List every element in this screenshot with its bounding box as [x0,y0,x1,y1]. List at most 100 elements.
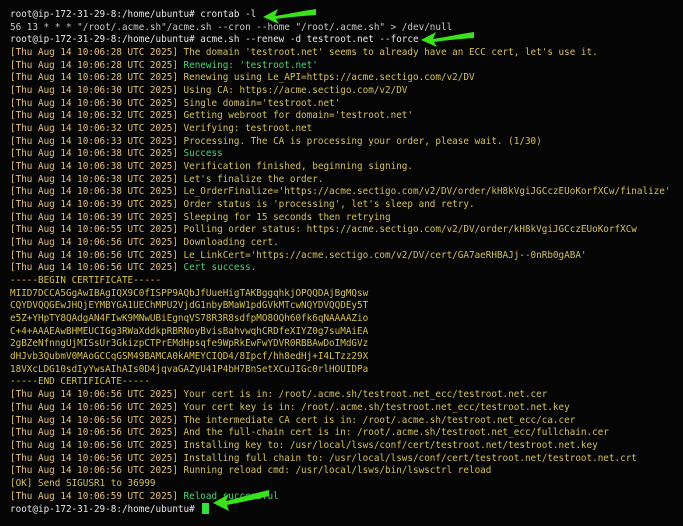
line-text: And the full-chain cert is in: /root/.ac… [183,427,609,439]
certificate-line: e5Z+YHpTY8QAdgAN4FIwK9MNwUBiEgnqVS78R3R8… [10,313,677,326]
certificate-line: 2gBZeNfnngUjMISsUr3GkizpCTPrEMdHpsqfe9Wp… [10,338,677,351]
line-text: root@ip-172-31-29-8:/home/ubuntu# cronta… [10,9,257,20]
log-line: [Thu Aug 14 10:06:56 UTC 2025] Downloadi… [10,237,677,250]
log-line: [Thu Aug 14 10:06:33 UTC 2025] Processin… [10,136,677,149]
log-line: [Thu Aug 14 10:06:56 UTC 2025] Installin… [10,440,677,453]
log-line: [Thu Aug 14 10:06:32 UTC 2025] Verifying… [10,123,677,136]
line-text: Le_LinkCert='https://acme.sectigo.com/v2… [183,249,587,261]
timestamp: [Thu Aug 14 10:06:28 UTC 2025] [10,59,184,71]
timestamp: [Thu Aug 14 10:06:32 UTC 2025] [10,123,184,135]
line-text: Installing full chain to: /usr/local/lsw… [183,452,637,464]
timestamp: [Thu Aug 14 10:06:38 UTC 2025] [10,148,184,160]
line-text: Order status is 'processing', let's slee… [183,199,475,211]
timestamp: [Thu Aug 14 10:06:28 UTC 2025] [10,72,184,84]
line-text: Single domain='testroot.net' [183,97,341,109]
log-line: [Thu Aug 14 10:06:38 UTC 2025] Let's fin… [10,174,677,187]
line-text: Running reload cmd: /usr/local/lsws/bin/… [183,465,492,477]
line-text: CQYDVQQGEwJHQjEYMBYGA1UEChMPU2VjdG1nbyBM… [10,300,369,312]
line-text: Verifying: testroot.net [183,123,313,135]
timestamp: [Thu Aug 14 10:06:56 UTC 2025] [10,414,184,426]
terminal-output: root@ip-172-31-29-8:/home/ubuntu# cronta… [10,9,677,516]
timestamp: [Thu Aug 14 10:06:39 UTC 2025] [10,199,184,211]
line-text: Your cert key is in: /root/.acme.sh/test… [183,401,570,413]
terminal-window[interactable]: root@ip-172-31-29-8:/home/ubuntu# cronta… [0,0,683,526]
line-text: e5Z+YHpTY8QAdgAN4FIwK9MNwUBiEgnqVS78R3R8… [10,313,369,325]
line-text: The domain 'testroot.net' seems to alrea… [183,47,598,59]
timestamp: [Thu Aug 14 10:06:56 UTC 2025] [10,237,184,249]
log-line: [Thu Aug 14 10:06:39 UTC 2025] Order sta… [10,199,677,212]
timestamp: [Thu Aug 14 10:06:38 UTC 2025] [10,161,184,173]
line-text: C+4+AAAEAwBHMEUCIGg3RWaXddkpRBRNoyBvisBa… [10,325,369,337]
certificate-line: -----END CERTIFICATE----- [10,376,677,389]
certificate-line: -----BEGIN CERTIFICATE----- [10,275,677,288]
log-line: [Thu Aug 14 10:06:59 UTC 2025] Reload su… [10,491,677,504]
output-line: 56 13 * * * "/root/.acme.sh"/acme.sh --c… [10,22,677,35]
certificate-line: 18VXcLDG10sdIyYwsAIhAIs0D4jqvaGAZyU41P4b… [10,364,677,377]
log-line: [OK] Send SIGUSR1 to 36999 [10,478,677,491]
log-line: [Thu Aug 14 10:06:28 UTC 2025] The domai… [10,47,677,60]
line-text: Sleeping for 15 seconds then retrying [183,211,391,223]
cursor-block[interactable] [202,503,210,515]
line-text: 18VXcLDG10sdIyYwsAIhAIs0D4jqvaGAZyU41P4b… [10,363,369,375]
annotation-arrow-icon [263,9,316,24]
timestamp: [Thu Aug 14 10:06:56 UTC 2025] [10,427,184,439]
log-line: [Thu Aug 14 10:06:38 UTC 2025] Verificat… [10,161,677,174]
timestamp: [Thu Aug 14 10:06:56 UTC 2025] [10,465,184,477]
line-text: Processing. The CA is processing your or… [183,135,542,147]
prompt-line: root@ip-172-31-29-8:/home/ubuntu# acme.s… [10,34,677,47]
line-text: dHJvb3QubmV0MAoGCCqGSM49BAMCA0kAMEYCIQD4… [10,351,369,363]
timestamp: [Thu Aug 14 10:06:56 UTC 2025] [10,249,184,261]
line-text: Le_OrderFinalize='https://acme.sectigo.c… [183,186,671,198]
log-line: [Thu Aug 14 10:06:56 UTC 2025] Cert succ… [10,262,677,275]
timestamp: [Thu Aug 14 10:06:30 UTC 2025] [10,97,184,109]
line-text: -----BEGIN CERTIFICATE----- [10,275,162,287]
log-line: [Thu Aug 14 10:06:56 UTC 2025] Le_LinkCe… [10,250,677,263]
line-text: Renewing using Le_API=https://acme.secti… [183,72,475,84]
timestamp: [Thu Aug 14 10:06:56 UTC 2025] [10,262,184,274]
line-text: 2gBZeNfnngUjMISsUr3GkizpCTPrEMdHpsqfe9Wp… [10,338,369,350]
timestamp: [Thu Aug 14 10:06:56 UTC 2025] [10,389,184,401]
timestamp: [Thu Aug 14 10:06:56 UTC 2025] [10,439,184,451]
log-line: [Thu Aug 14 10:06:56 UTC 2025] Installin… [10,453,677,466]
log-line: [Thu Aug 14 10:06:28 UTC 2025] Renewing:… [10,60,677,73]
line-text: Let's finalize the order. [183,173,324,185]
log-line: [Thu Aug 14 10:06:55 UTC 2025] Polling o… [10,224,677,237]
log-line: [Thu Aug 14 10:06:56 UTC 2025] Running r… [10,465,677,478]
log-line: [Thu Aug 14 10:06:32 UTC 2025] Getting w… [10,110,677,123]
log-line: [Thu Aug 14 10:06:38 UTC 2025] Le_OrderF… [10,186,677,199]
line-text: Downloading cert. [183,237,279,249]
prompt-line: root@ip-172-31-29-8:/home/ubuntu# [10,503,677,516]
timestamp: [Thu Aug 14 10:06:32 UTC 2025] [10,110,184,122]
certificate-line: MIID7DCCA5GgAwIBAgIQX9C0fISPP9AQbJfUueHi… [10,288,677,301]
line-text: Success [183,148,223,160]
log-line: [Thu Aug 14 10:06:38 UTC 2025] Success [10,148,677,161]
certificate-line: dHJvb3QubmV0MAoGCCqGSM49BAMCA0kAMEYCIQD4… [10,351,677,364]
line-text: Verification finished, beginning signing… [183,161,414,173]
timestamp: [Thu Aug 14 10:06:28 UTC 2025] [10,47,184,59]
line-text: Polling order status: https://acme.secti… [183,224,637,236]
log-line: [Thu Aug 14 10:06:56 UTC 2025] Your cert… [10,402,677,415]
timestamp: [Thu Aug 14 10:06:38 UTC 2025] [10,186,184,198]
annotation-arrow-icon [213,490,269,511]
timestamp: [Thu Aug 14 10:06:55 UTC 2025] [10,224,184,236]
line-text: -----END CERTIFICATE----- [10,376,150,388]
line-text: Getting webroot for domain='testroot.net… [183,110,414,122]
timestamp: [Thu Aug 14 10:06:56 UTC 2025] [10,452,184,464]
line-text: 56 13 * * * "/root/.acme.sh"/acme.sh --c… [10,21,453,33]
line-text: Cert success. [183,262,257,274]
log-line: [Thu Aug 14 10:06:30 UTC 2025] Using CA:… [10,85,677,98]
line-text: Installing key to: /usr/local/lsws/conf/… [183,439,598,451]
timestamp: [Thu Aug 14 10:06:33 UTC 2025] [10,135,184,147]
line-text: Your cert is in: /root/.acme.sh/testroot… [183,389,548,401]
certificate-line: C+4+AAAEAwBHMEUCIGg3RWaXddkpRBRNoyBvisBa… [10,326,677,339]
log-line: [Thu Aug 14 10:06:39 UTC 2025] Sleeping … [10,212,677,225]
timestamp: [Thu Aug 14 10:06:39 UTC 2025] [10,211,184,223]
line-text: The intermediate CA cert is in: /root/.a… [183,414,576,426]
line-text: Renewing: 'testroot.net' [183,59,318,71]
prompt-line: root@ip-172-31-29-8:/home/ubuntu# cronta… [10,9,677,22]
timestamp: [Thu Aug 14 10:06:38 UTC 2025] [10,173,184,185]
log-line: [Thu Aug 14 10:06:30 UTC 2025] Single do… [10,98,677,111]
timestamp: [Thu Aug 14 10:06:59 UTC 2025] [10,490,184,502]
certificate-line: CQYDVQQGEwJHQjEYMBYGA1UEChMPU2VjdG1nbyBM… [10,300,677,313]
annotation-arrow-icon [421,32,474,47]
